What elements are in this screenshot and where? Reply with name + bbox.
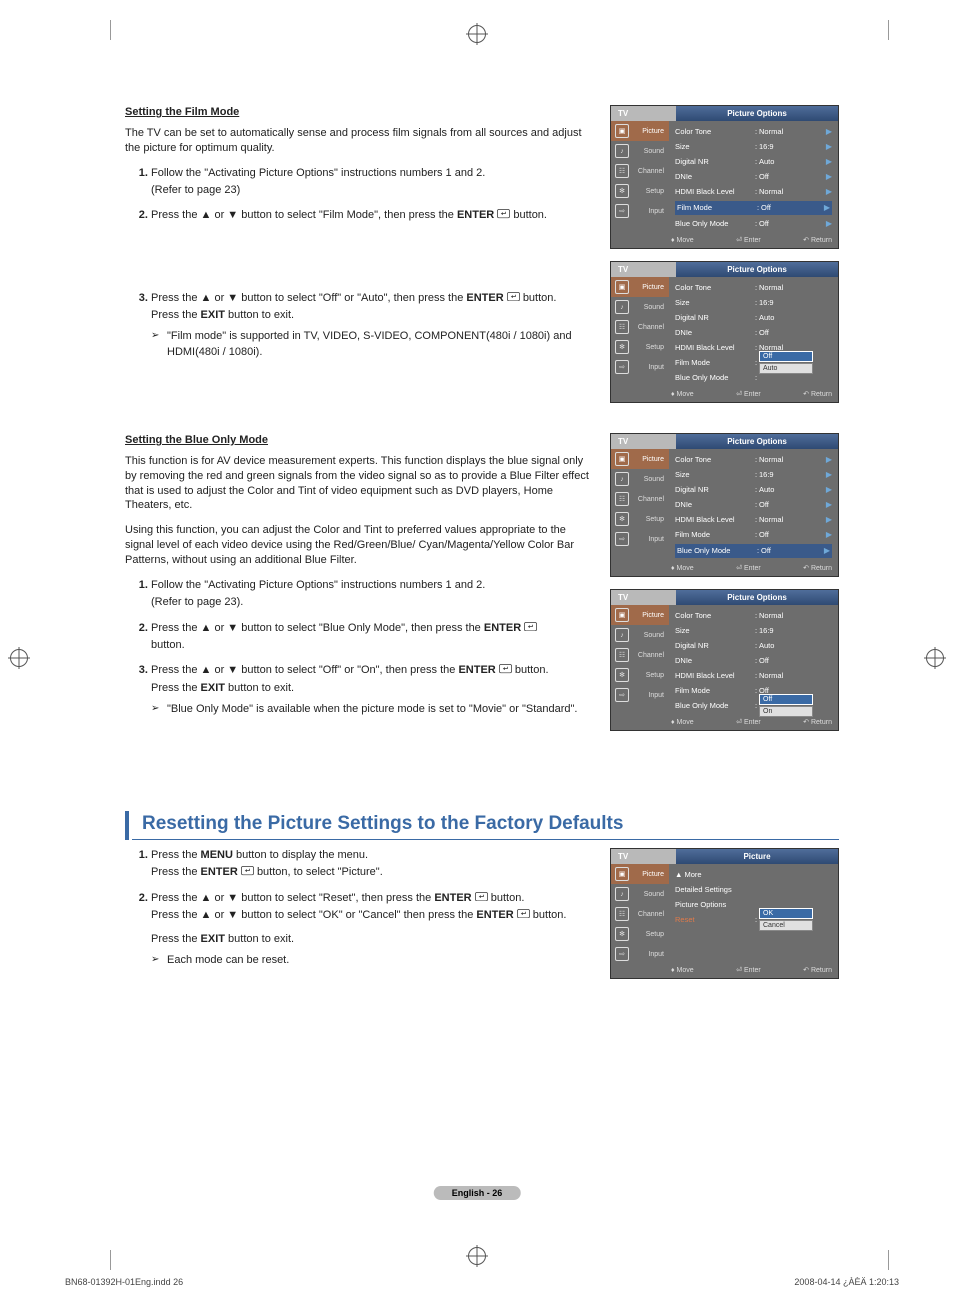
- enter-icon: [499, 664, 512, 674]
- crop-mark: [888, 20, 889, 40]
- setup-icon: ✻: [615, 184, 629, 198]
- osd-side-channel: ☷Channel: [611, 161, 669, 181]
- enter-icon: [241, 866, 254, 876]
- osd-side-input: ⇨Input: [611, 201, 669, 221]
- osd-picture-options-blueonly-hl: TV Picture Options ▣Picture ♪Sound ☷Chan…: [610, 433, 839, 577]
- film-steps-cont: Press the ▲ or ▼ button to select "Off" …: [125, 291, 592, 361]
- registration-mark-icon: [468, 1247, 486, 1265]
- section-reset: Resetting the Picture Settings to the Fa…: [125, 811, 839, 840]
- film-step-3: Press the ▲ or ▼ button to select "Off" …: [151, 291, 592, 361]
- enter-icon: [524, 622, 537, 632]
- osd-tv-label: TV: [611, 106, 676, 121]
- osd-option-ok: OK: [759, 908, 813, 919]
- enter-icon: [517, 909, 530, 919]
- picture-icon: ▣: [615, 452, 629, 466]
- osd-option-off: Off: [759, 351, 813, 362]
- film-note: "Film mode" is supported in TV, VIDEO, S…: [151, 329, 592, 360]
- sound-icon: ♪: [615, 300, 629, 314]
- picture-icon: ▣: [615, 867, 629, 881]
- blue-intro-1: This function is for AV device measureme…: [125, 454, 592, 513]
- setup-icon: ✻: [615, 668, 629, 682]
- osd-hint-move: ♦ Move: [671, 237, 694, 244]
- sound-icon: ♪: [615, 472, 629, 486]
- registration-mark-icon: [468, 25, 486, 43]
- input-icon: ⇨: [615, 947, 629, 961]
- osd-hint-return: ↶ Return: [803, 237, 832, 244]
- channel-icon: ☷: [615, 907, 629, 921]
- osd-picture-options-blueonly-dropdown: TV Picture Options ▣Picture ♪Sound ☷Chan…: [610, 589, 839, 731]
- enter-icon: [507, 292, 520, 302]
- blue-steps: Follow the "Activating Picture Options" …: [125, 578, 592, 718]
- picture-icon: ▣: [615, 608, 629, 622]
- blue-intro-2: Using this function, you can adjust the …: [125, 523, 592, 568]
- enter-icon: [475, 892, 488, 902]
- reset-step-2: Press the ▲ or ▼ button to select "Reset…: [151, 891, 592, 969]
- setup-icon: ✻: [615, 927, 629, 941]
- setup-icon: ✻: [615, 512, 629, 526]
- osd-side-setup: ✻Setup: [611, 181, 669, 201]
- registration-mark-icon: [926, 649, 944, 667]
- sound-icon: ♪: [615, 144, 629, 158]
- registration-mark-icon: [10, 649, 28, 667]
- page-number: English - 26: [434, 1186, 521, 1200]
- osd-side-sound: ♪Sound: [611, 141, 669, 161]
- heading-film-mode: Setting the Film Mode: [125, 105, 592, 120]
- crop-mark: [888, 1250, 889, 1270]
- channel-icon: ☷: [615, 648, 629, 662]
- print-footer: BN68-01392H-01Eng.indd 26 2008-04-14 ¿ÀÈ…: [65, 1277, 899, 1287]
- enter-icon: [497, 209, 510, 219]
- doc-timestamp: 2008-04-14 ¿ÀÈÄ 1:20:13: [794, 1277, 899, 1287]
- sound-icon: ♪: [615, 628, 629, 642]
- film-step-1: Follow the "Activating Picture Options" …: [151, 166, 592, 199]
- channel-icon: ☷: [615, 164, 629, 178]
- input-icon: ⇨: [615, 532, 629, 546]
- film-intro: The TV can be set to automatically sense…: [125, 126, 592, 156]
- picture-icon: ▣: [615, 280, 629, 294]
- osd-option-off: Off: [759, 694, 813, 705]
- reset-step-1: Press the MENU button to display the men…: [151, 848, 592, 881]
- osd-row-blueonly-selected: Blue Only Mode:Off▶: [675, 544, 832, 558]
- channel-icon: ☷: [615, 492, 629, 506]
- film-steps: Follow the "Activating Picture Options" …: [125, 166, 592, 224]
- reset-steps: Press the MENU button to display the men…: [125, 848, 592, 968]
- reset-note: Each mode can be reset.: [151, 953, 592, 968]
- heading-blue-only: Setting the Blue Only Mode: [125, 433, 592, 448]
- picture-icon: ▣: [615, 124, 629, 138]
- osd-row-filmmode-selected: Film Mode:Off▶: [675, 201, 832, 215]
- crop-mark: [110, 20, 111, 40]
- blue-step-2: Press the ▲ or ▼ button to select "Blue …: [151, 621, 592, 654]
- input-icon: ⇨: [615, 688, 629, 702]
- blue-note: "Blue Only Mode" is available when the p…: [151, 702, 592, 717]
- sound-icon: ♪: [615, 887, 629, 901]
- setup-icon: ✻: [615, 340, 629, 354]
- osd-picture-options-filmmode-hl: TV Picture Options ▣Picture ♪Sound ☷Chan…: [610, 105, 839, 249]
- blue-step-3: Press the ▲ or ▼ button to select "Off" …: [151, 663, 592, 717]
- crop-mark: [110, 1250, 111, 1270]
- input-icon: ⇨: [615, 360, 629, 374]
- doc-filename: BN68-01392H-01Eng.indd 26: [65, 1277, 183, 1287]
- film-step-2: Press the ▲ or ▼ button to select "Film …: [151, 208, 592, 223]
- section-title-reset: Resetting the Picture Settings to the Fa…: [132, 811, 839, 840]
- osd-title: Picture Options: [676, 106, 838, 121]
- input-icon: ⇨: [615, 204, 629, 218]
- osd-side-picture: ▣Picture: [611, 121, 669, 141]
- osd-hint-enter: ⏎ Enter: [736, 237, 761, 244]
- osd-picture-options-filmmode-dropdown: TV Picture Options ▣Picture ♪Sound ☷Chan…: [610, 261, 839, 403]
- channel-icon: ☷: [615, 320, 629, 334]
- osd-option-on: On: [759, 706, 813, 717]
- osd-picture-reset: TV Picture ▣Picture ♪Sound ☷Channel ✻Set…: [610, 848, 839, 979]
- blue-step-1: Follow the "Activating Picture Options" …: [151, 578, 592, 611]
